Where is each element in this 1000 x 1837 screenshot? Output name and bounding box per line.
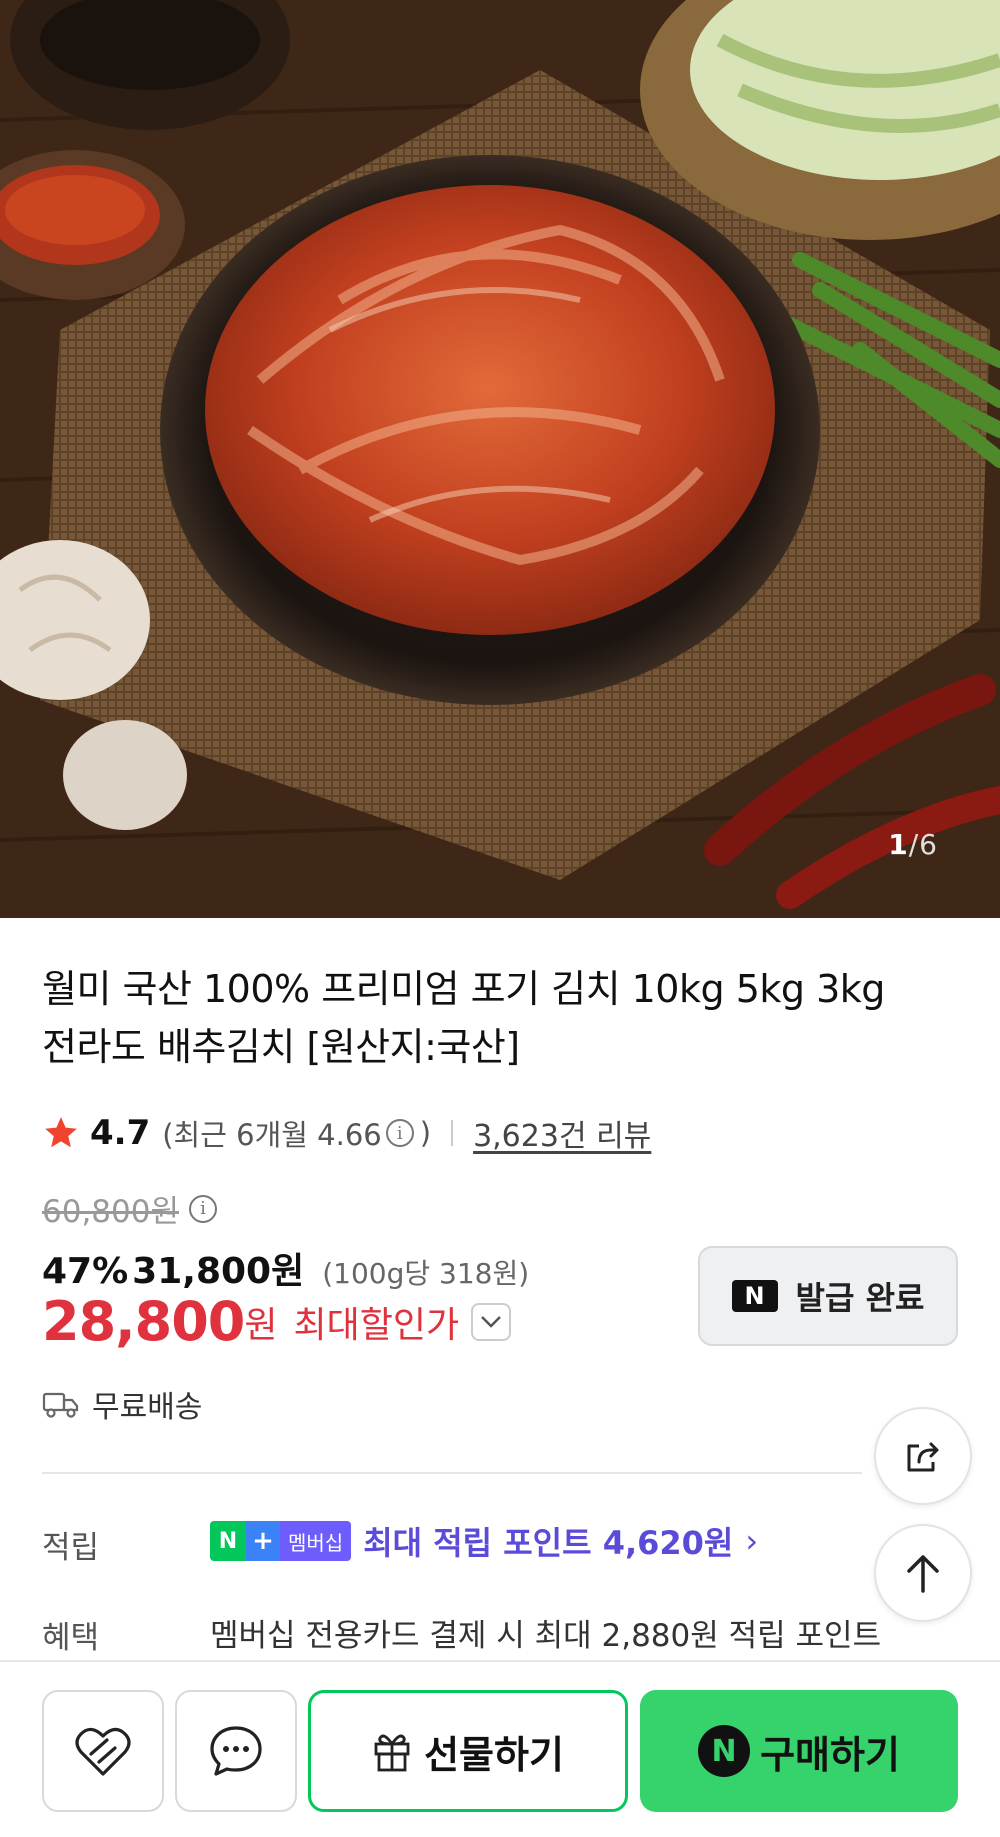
product-title-line-2: 전라도 배추김치 [원산지:국산] [42,1025,520,1069]
naver-plus-membership-badge: N + 멤버십 [210,1521,352,1561]
points-row[interactable]: N + 멤버십 최대 적립 포인트 4,620원 › [210,1518,758,1564]
benefit-label: 혜택 [42,1620,100,1656]
gift-label: 선물하기 [424,1732,564,1777]
info-icon[interactable]: i [385,1119,414,1147]
like-button[interactable] [42,1690,164,1812]
share-button[interactable] [874,1407,972,1505]
recent-rating-close: ) [419,1116,432,1150]
original-price-row: 60,800원 i [42,1186,223,1231]
talk-button[interactable] [175,1690,297,1812]
unit-price: (100g당 318원) [322,1257,530,1290]
final-price-row: 28,800 원 최대할인가 [42,1290,512,1353]
chevron-down-icon [481,1315,502,1328]
coupon-label: 발급 완료 [795,1279,925,1317]
rating-row: 4.7 (최근 6개월 4.66 i ) 3,623건 리뷰 [42,1108,651,1158]
kimchi-photo [0,0,1000,918]
gift-button[interactable]: 선물하기 [308,1690,628,1812]
image-counter-current: 1 [888,828,909,861]
coupon-button[interactable]: N 발급 완료 [698,1246,958,1346]
discount-percent: 47% [42,1251,129,1292]
max-points-text: 최대 적립 포인트 4,620원 [363,1524,734,1562]
truck-icon [42,1392,79,1418]
product-title: 월미 국산 100% 프리미엄 포기 김치 10kg 5kg 3kg 전라도 배… [42,960,942,1076]
gift-icon [374,1734,410,1772]
heart-icon [75,1727,131,1776]
badge-membership: 멤버십 [280,1521,352,1561]
naver-n-icon: N [731,1280,778,1312]
buy-label: 구매하기 [760,1732,900,1777]
section-divider [42,1472,862,1474]
sale-price-row: 47% 31,800원 (100g당 318원) [42,1242,529,1294]
scroll-top-button[interactable] [874,1524,972,1622]
reviews-link[interactable]: 3,623건 리뷰 [473,1111,651,1155]
product-image[interactable]: 1/6 [0,0,1000,918]
original-price: 60,800원 [42,1194,179,1230]
product-title-line-1: 월미 국산 100% 프리미엄 포기 김치 10kg 5kg 3kg [42,967,885,1011]
arrow-up-icon [907,1555,939,1593]
image-counter: 1/6 [888,828,938,861]
shipping-label: 무료배송 [92,1390,203,1425]
naver-pay-icon: N [698,1725,751,1777]
recent-rating: (최근 6개월 4.66 i ) [162,1112,431,1154]
chevron-right-icon: › [745,1522,759,1560]
rating-value: 4.7 [90,1113,151,1153]
recent-rating-text: (최근 6개월 4.66 [162,1118,382,1152]
final-price-won: 원 [244,1304,278,1346]
share-icon [907,1442,939,1472]
image-counter-total: /6 [908,828,938,861]
bottom-action-bar: 선물하기 N 구매하기 [0,1660,1000,1837]
final-price: 28,800 [42,1290,245,1353]
buy-button[interactable]: N 구매하기 [640,1690,958,1812]
star-icon [45,1117,77,1148]
divider [451,1120,454,1146]
points-label: 적립 [42,1530,100,1566]
chat-icon [210,1726,262,1776]
benefit-text: 멤버십 전용카드 결제 시 최대 2,880원 적립 포인트 [210,1618,882,1654]
info-icon[interactable]: i [189,1194,217,1223]
shipping-info: 무료배송 [42,1382,202,1426]
badge-plus: + [246,1521,280,1561]
final-price-label: 최대할인가 [293,1304,460,1346]
sale-price: 31,800원 [132,1251,305,1292]
badge-n: N [210,1521,246,1561]
price-detail-toggle[interactable] [471,1302,512,1341]
